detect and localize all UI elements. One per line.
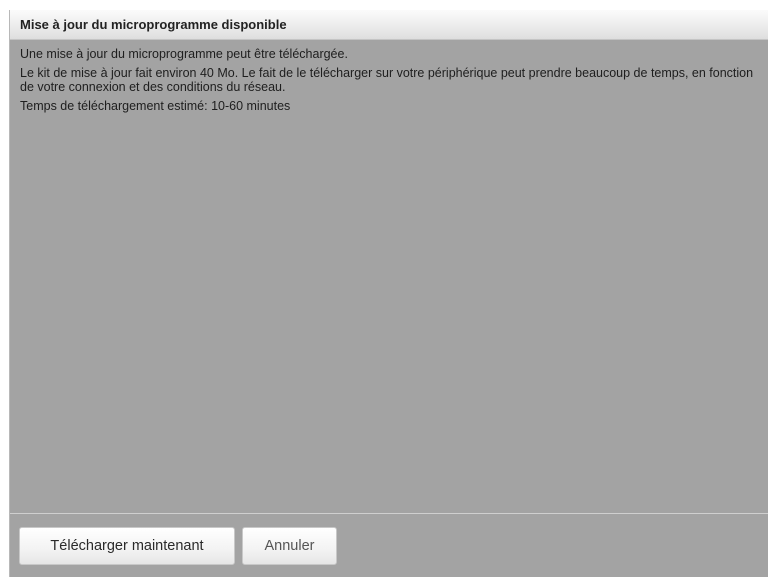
update-size-message: Le kit de mise à jour fait environ 40 Mo… bbox=[20, 66, 754, 94]
cancel-button[interactable]: Annuler bbox=[242, 527, 337, 565]
download-now-button[interactable]: Télécharger maintenant bbox=[19, 527, 235, 565]
dialog-title: Mise à jour du microprogramme disponible bbox=[20, 17, 287, 32]
dialog-content: Une mise à jour du microprogramme peut ê… bbox=[10, 40, 768, 113]
dialog-footer: Télécharger maintenant Annuler bbox=[10, 513, 768, 577]
dialog-title-bar: Mise à jour du microprogramme disponible bbox=[10, 10, 768, 40]
estimated-time-message: Temps de téléchargement estimé: 10-60 mi… bbox=[20, 99, 291, 113]
update-available-message: Une mise à jour du microprogramme peut ê… bbox=[20, 47, 348, 61]
firmware-update-dialog: Mise à jour du microprogramme disponible… bbox=[9, 10, 768, 577]
